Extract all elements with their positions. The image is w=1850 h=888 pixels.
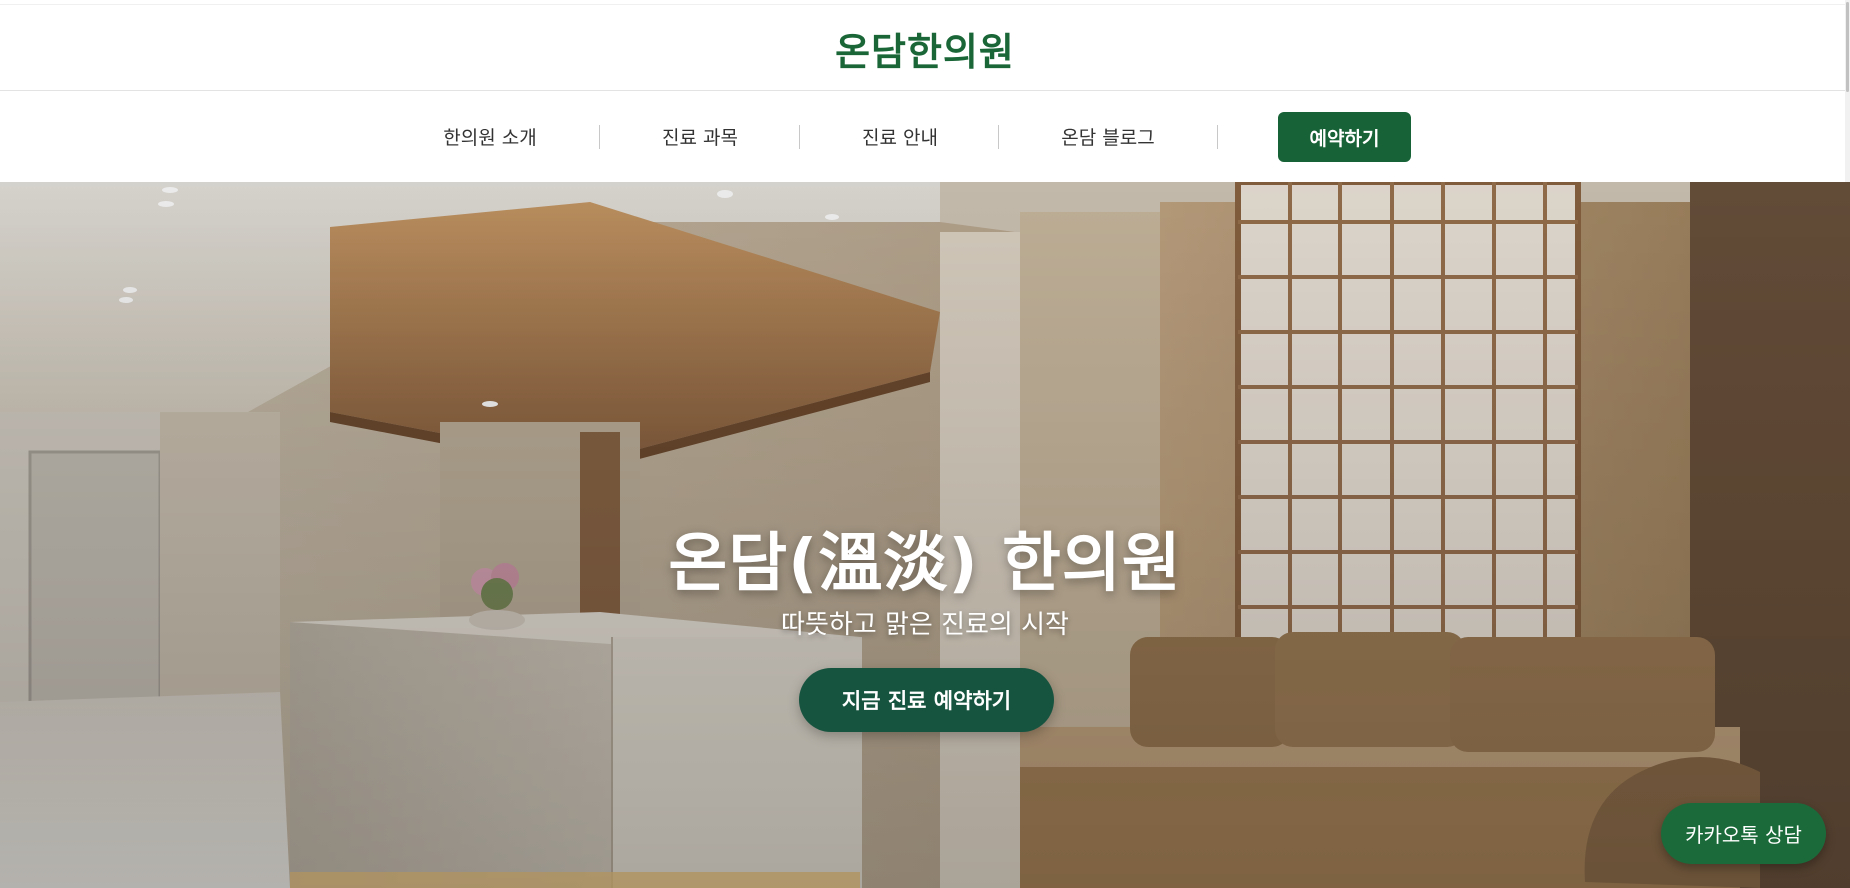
nav-item-departments[interactable]: 진료 과목 bbox=[630, 91, 770, 182]
scrollbar-thumb[interactable] bbox=[1846, 2, 1849, 92]
hero-section: 온담(溫淡) 한의원 따뜻하고 맑은 진료의 시작 지금 진료 예약하기 카카오… bbox=[0, 182, 1850, 888]
page: 온담한의원 한의원 소개 진료 과목 진료 안내 온담 블로그 예약하기 온담(… bbox=[0, 0, 1850, 888]
nav-item-blog[interactable]: 온담 블로그 bbox=[1028, 91, 1188, 182]
hero-subtitle: 따뜻하고 맑은 진료의 시작 bbox=[781, 610, 1069, 640]
nav-item-about[interactable]: 한의원 소개 bbox=[420, 91, 560, 182]
nav-divider bbox=[599, 125, 600, 149]
site-logo[interactable]: 온담한의원 bbox=[835, 21, 1015, 76]
nav-divider bbox=[1217, 125, 1218, 149]
nav-divider bbox=[799, 125, 800, 149]
book-now-button[interactable]: 지금 진료 예약하기 bbox=[799, 668, 1054, 732]
brand-bar: 온담한의원 bbox=[0, 5, 1850, 91]
kakao-chat-button[interactable]: 카카오톡 상담 bbox=[1661, 803, 1826, 864]
main-nav: 한의원 소개 진료 과목 진료 안내 온담 블로그 예약하기 bbox=[0, 91, 1850, 182]
nav-item-guide[interactable]: 진료 안내 bbox=[830, 91, 970, 182]
hero-title: 온담(溫淡) 한의원 bbox=[668, 527, 1182, 601]
reserve-button[interactable]: 예약하기 bbox=[1278, 112, 1411, 162]
nav-divider bbox=[998, 125, 999, 149]
